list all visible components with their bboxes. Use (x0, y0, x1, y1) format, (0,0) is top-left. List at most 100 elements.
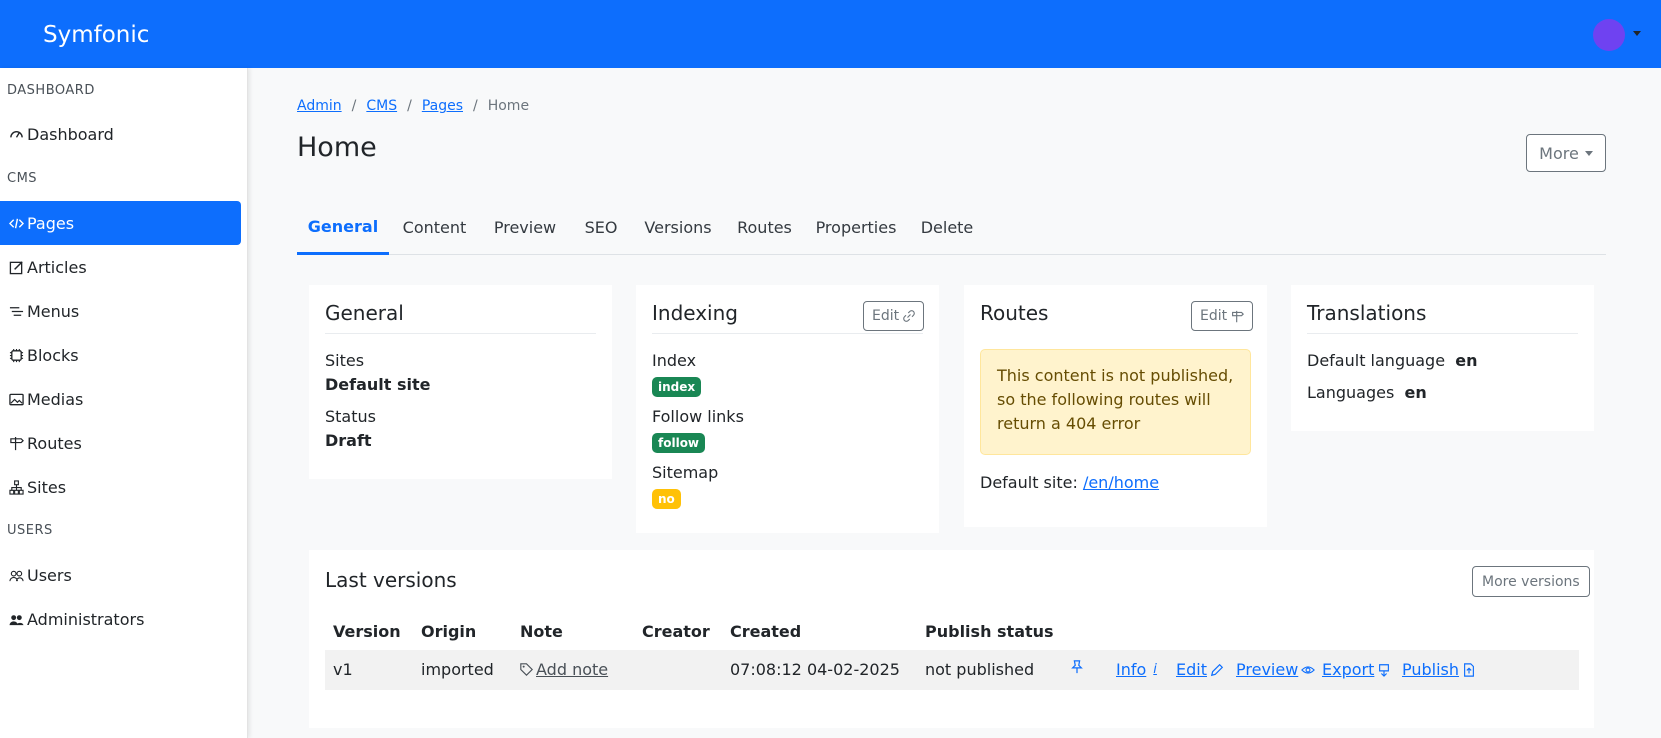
follow-links-label: Follow links (652, 407, 744, 426)
info-icon: i (1153, 662, 1157, 677)
sidebar-item-label: Sites (27, 477, 67, 497)
card-title: General (325, 301, 404, 325)
translations-card: Translations Default language en Languag… (1291, 285, 1594, 431)
page-tabs: General Content Preview SEO Versions Rou… (297, 200, 1606, 255)
pencil-icon (1210, 663, 1224, 676)
brand-logo[interactable]: Symfonic (43, 22, 149, 48)
breadcrumb-cms[interactable]: CMS (366, 98, 397, 114)
breadcrumb-current: Home (487, 98, 530, 114)
sidebar-section-cms: CMS (7, 171, 38, 186)
table-header: Creator (642, 622, 710, 641)
user-avatar[interactable] (1593, 19, 1625, 51)
people-icon (7, 566, 25, 584)
follow-badge: follow (652, 433, 706, 453)
upload-file-icon (1464, 662, 1474, 677)
gauge-icon (7, 125, 25, 143)
default-site-route: Default site: /en/home (980, 473, 1160, 492)
export-link[interactable]: Export (1322, 660, 1391, 679)
diagram-icon (7, 478, 25, 496)
tab-properties[interactable]: Properties (805, 200, 907, 255)
card-title: Routes (980, 301, 1049, 325)
breadcrumb-pages[interactable]: Pages (422, 98, 463, 114)
table-header: Created (730, 622, 802, 641)
default-language-row: Default language en (1307, 351, 1478, 370)
publish-link[interactable]: Publish (1402, 660, 1476, 679)
table-header: Note (520, 622, 563, 641)
page-title: Home (297, 132, 377, 163)
languages-value: en (1404, 383, 1427, 402)
edit-routes-button[interactable]: Edit (1191, 301, 1254, 331)
tab-routes[interactable]: Routes (724, 200, 805, 255)
sidebar-item-menus[interactable]: Menus (0, 289, 241, 333)
add-note-link[interactable]: Add note (520, 660, 608, 679)
sidebar-item-label: Medias (27, 389, 84, 409)
sidebar-item-medias[interactable]: Medias (0, 377, 241, 421)
routes-card: Routes Edit This content is not publishe… (964, 285, 1267, 527)
sidebar-item-dashboard[interactable]: Dashboard (0, 112, 241, 156)
caret-down-icon (1584, 150, 1593, 156)
sidebar-item-routes[interactable]: Routes (0, 421, 241, 465)
sidebar: DASHBOARD Dashboard CMS Pages Articles M… (0, 68, 248, 738)
sidebar-item-label: Administrators (27, 609, 145, 629)
sidebar-item-label: Articles (27, 257, 87, 277)
tab-seo[interactable]: SEO (570, 200, 632, 255)
breadcrumb: Admin / CMS / Pages / Home (297, 98, 530, 114)
version-cell: v1 (333, 660, 353, 679)
more-versions-button[interactable]: More versions (1472, 566, 1590, 597)
sites-label: Sites (325, 351, 365, 370)
origin-cell: imported (421, 660, 494, 679)
edit-link[interactable]: Edit (1176, 660, 1224, 679)
tab-general[interactable]: General (297, 200, 389, 255)
sidebar-item-label: Users (27, 565, 72, 585)
sidebar-item-administrators[interactable]: Administrators (0, 597, 241, 641)
signpost-icon (1232, 310, 1245, 322)
table-header: Origin (421, 622, 477, 641)
breadcrumb-admin[interactable]: Admin (297, 98, 342, 114)
sidebar-item-sites[interactable]: Sites (0, 465, 241, 509)
last-versions-card: Last versions More versions Version Orig… (309, 550, 1594, 728)
tab-delete[interactable]: Delete (907, 200, 987, 255)
pin-icon[interactable] (1070, 660, 1084, 674)
not-published-alert: This content is not published, so the fo… (980, 349, 1251, 455)
status-value: Draft (325, 431, 372, 450)
link-icon (903, 310, 915, 322)
sidebar-item-users[interactable]: Users (0, 553, 241, 597)
tab-preview[interactable]: Preview (480, 200, 570, 255)
card-title: Indexing (652, 301, 738, 325)
default-language-value: en (1455, 351, 1478, 370)
status-label: Status (325, 407, 376, 426)
tab-content[interactable]: Content (389, 200, 480, 255)
sitemap-badge: no (652, 489, 681, 509)
general-card: General Sites Default site Status Draft (309, 285, 612, 479)
signpost-icon (7, 434, 25, 452)
download-icon (1379, 663, 1390, 677)
more-dropdown-button[interactable]: More (1526, 134, 1606, 172)
eye-icon (1301, 665, 1316, 674)
sidebar-item-blocks[interactable]: Blocks (0, 333, 241, 377)
sidebar-item-pages[interactable]: Pages (0, 201, 241, 245)
top-navbar: Symfonic (0, 0, 1661, 68)
languages-row: Languages en (1307, 383, 1427, 402)
image-icon (7, 390, 25, 408)
sidebar-item-articles[interactable]: Articles (0, 245, 241, 289)
route-link[interactable]: /en/home (1083, 473, 1159, 492)
index-label: Index (652, 351, 697, 370)
tag-icon (520, 663, 533, 676)
caret-down-icon[interactable] (1633, 31, 1641, 36)
sidebar-section-users: USERS (7, 523, 53, 538)
info-link[interactable]: Info i (1116, 660, 1157, 679)
preview-link[interactable]: Preview (1236, 660, 1316, 679)
edit-indexing-button[interactable]: Edit (863, 301, 925, 331)
sidebar-item-label: Menus (27, 301, 80, 321)
tab-versions[interactable]: Versions (632, 200, 724, 255)
indexing-card: Indexing Edit Index index Follow links f… (636, 285, 939, 533)
sidebar-section-dashboard: DASHBOARD (7, 83, 95, 98)
people-fill-icon (7, 610, 25, 628)
menu-lines-icon (7, 302, 25, 320)
pencil-square-icon (7, 258, 25, 276)
card-title: Translations (1307, 301, 1427, 325)
index-badge: index (652, 377, 702, 397)
sidebar-item-label: Blocks (27, 345, 79, 365)
sidebar-item-label: Dashboard (27, 124, 114, 144)
table-header: Version (333, 622, 401, 641)
